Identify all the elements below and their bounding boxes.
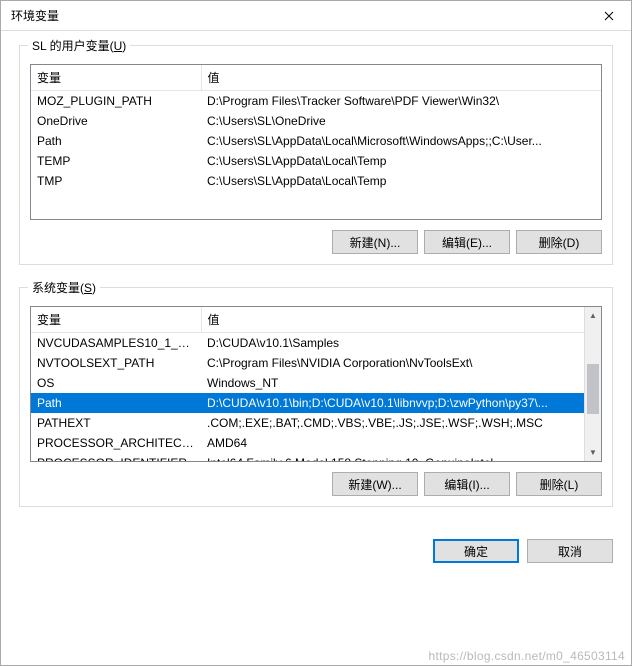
table-row[interactable]: PROCESSOR_IDENTIFIERIntel64 Family 6 Mod… — [31, 453, 584, 461]
var-value: Windows_NT — [201, 373, 584, 393]
dialog-content: SL 的用户变量(U) 变量 值 MOZ_PLUGIN_PATHD:\Progr… — [1, 31, 631, 539]
user-col-variable[interactable]: 变量 — [31, 65, 201, 91]
user-vars-buttons: 新建(N)... 编辑(E)... 删除(D) — [30, 230, 602, 254]
user-delete-button[interactable]: 删除(D) — [516, 230, 602, 254]
table-row[interactable]: PathD:\CUDA\v10.1\bin;D:\CUDA\v10.1\libn… — [31, 393, 584, 413]
scroll-down-icon[interactable]: ▼ — [585, 444, 601, 461]
var-value: D:\CUDA\v10.1\bin;D:\CUDA\v10.1\libnvvp;… — [201, 393, 584, 413]
user-vars-label: SL 的用户变量(U) — [28, 37, 130, 54]
var-name: PROCESSOR_ARCHITECT... — [31, 433, 201, 453]
var-value: C:\Users\SL\AppData\Local\Temp — [201, 151, 601, 171]
sys-col-value[interactable]: 值 — [201, 307, 584, 333]
user-vars-group: SL 的用户变量(U) 变量 值 MOZ_PLUGIN_PATHD:\Progr… — [19, 45, 613, 265]
table-row[interactable]: OneDriveC:\Users\SL\OneDrive — [31, 111, 601, 131]
watermark: https://blog.csdn.net/m0_46503114 — [429, 649, 625, 663]
table-row[interactable]: NVTOOLSEXT_PATHC:\Program Files\NVIDIA C… — [31, 353, 584, 373]
var-name: PATHEXT — [31, 413, 201, 433]
var-value: C:\Users\SL\AppData\Local\Temp — [201, 171, 601, 191]
var-name: Path — [31, 393, 201, 413]
var-name: NVCUDASAMPLES10_1_R... — [31, 333, 201, 354]
table-row[interactable]: PROCESSOR_ARCHITECT...AMD64 — [31, 433, 584, 453]
titlebar: 环境变量 — [1, 1, 631, 31]
close-icon — [604, 11, 614, 21]
var-value: D:\CUDA\v10.1\Samples — [201, 333, 584, 354]
table-row[interactable]: TEMPC:\Users\SL\AppData\Local\Temp — [31, 151, 601, 171]
var-value: C:\Program Files\NVIDIA Corporation\NvTo… — [201, 353, 584, 373]
var-name: NVTOOLSEXT_PATH — [31, 353, 201, 373]
var-name: PROCESSOR_IDENTIFIER — [31, 453, 201, 461]
scroll-thumb[interactable] — [587, 364, 599, 414]
ok-button[interactable]: 确定 — [433, 539, 519, 563]
system-vars-label: 系统变量(S) — [28, 279, 100, 296]
var-value: AMD64 — [201, 433, 584, 453]
user-new-button[interactable]: 新建(N)... — [332, 230, 418, 254]
table-row[interactable]: MOZ_PLUGIN_PATHD:\Program Files\Tracker … — [31, 91, 601, 112]
sys-delete-button[interactable]: 删除(L) — [516, 472, 602, 496]
table-row[interactable]: PathC:\Users\SL\AppData\Local\Microsoft\… — [31, 131, 601, 151]
var-value: C:\Users\SL\AppData\Local\Microsoft\Wind… — [201, 131, 601, 151]
var-value: C:\Users\SL\OneDrive — [201, 111, 601, 131]
table-row[interactable]: TMPC:\Users\SL\AppData\Local\Temp — [31, 171, 601, 191]
var-name: TMP — [31, 171, 201, 191]
scroll-track[interactable] — [585, 324, 601, 444]
scroll-up-icon[interactable]: ▲ — [585, 307, 601, 324]
var-value: Intel64 Family 6 Model 158 Stepping 10, … — [201, 453, 584, 461]
var-value: D:\Program Files\Tracker Software\PDF Vi… — [201, 91, 601, 112]
var-name: OS — [31, 373, 201, 393]
var-name: MOZ_PLUGIN_PATH — [31, 91, 201, 112]
var-name: TEMP — [31, 151, 201, 171]
user-edit-button[interactable]: 编辑(E)... — [424, 230, 510, 254]
table-row[interactable]: OSWindows_NT — [31, 373, 584, 393]
sys-new-button[interactable]: 新建(W)... — [332, 472, 418, 496]
dialog-buttons: 确定 取消 — [1, 539, 631, 577]
window-title: 环境变量 — [11, 7, 59, 24]
var-name: OneDrive — [31, 111, 201, 131]
user-col-value[interactable]: 值 — [201, 65, 601, 91]
system-vars-group: 系统变量(S) 变量 值 NVCUDASAMPLES10_1_R...D:\CU… — [19, 287, 613, 507]
user-vars-table[interactable]: 变量 值 MOZ_PLUGIN_PATHD:\Program Files\Tra… — [30, 64, 602, 220]
var-value: .COM;.EXE;.BAT;.CMD;.VBS;.VBE;.JS;.JSE;.… — [201, 413, 584, 433]
close-button[interactable] — [586, 1, 631, 31]
system-vars-table[interactable]: 变量 值 NVCUDASAMPLES10_1_R...D:\CUDA\v10.1… — [30, 306, 602, 462]
sys-edit-button[interactable]: 编辑(I)... — [424, 472, 510, 496]
cancel-button[interactable]: 取消 — [527, 539, 613, 563]
table-row[interactable]: PATHEXT.COM;.EXE;.BAT;.CMD;.VBS;.VBE;.JS… — [31, 413, 584, 433]
system-scrollbar[interactable]: ▲ ▼ — [584, 307, 601, 461]
system-vars-buttons: 新建(W)... 编辑(I)... 删除(L) — [30, 472, 602, 496]
table-row[interactable]: NVCUDASAMPLES10_1_R...D:\CUDA\v10.1\Samp… — [31, 333, 584, 354]
sys-col-variable[interactable]: 变量 — [31, 307, 201, 333]
var-name: Path — [31, 131, 201, 151]
